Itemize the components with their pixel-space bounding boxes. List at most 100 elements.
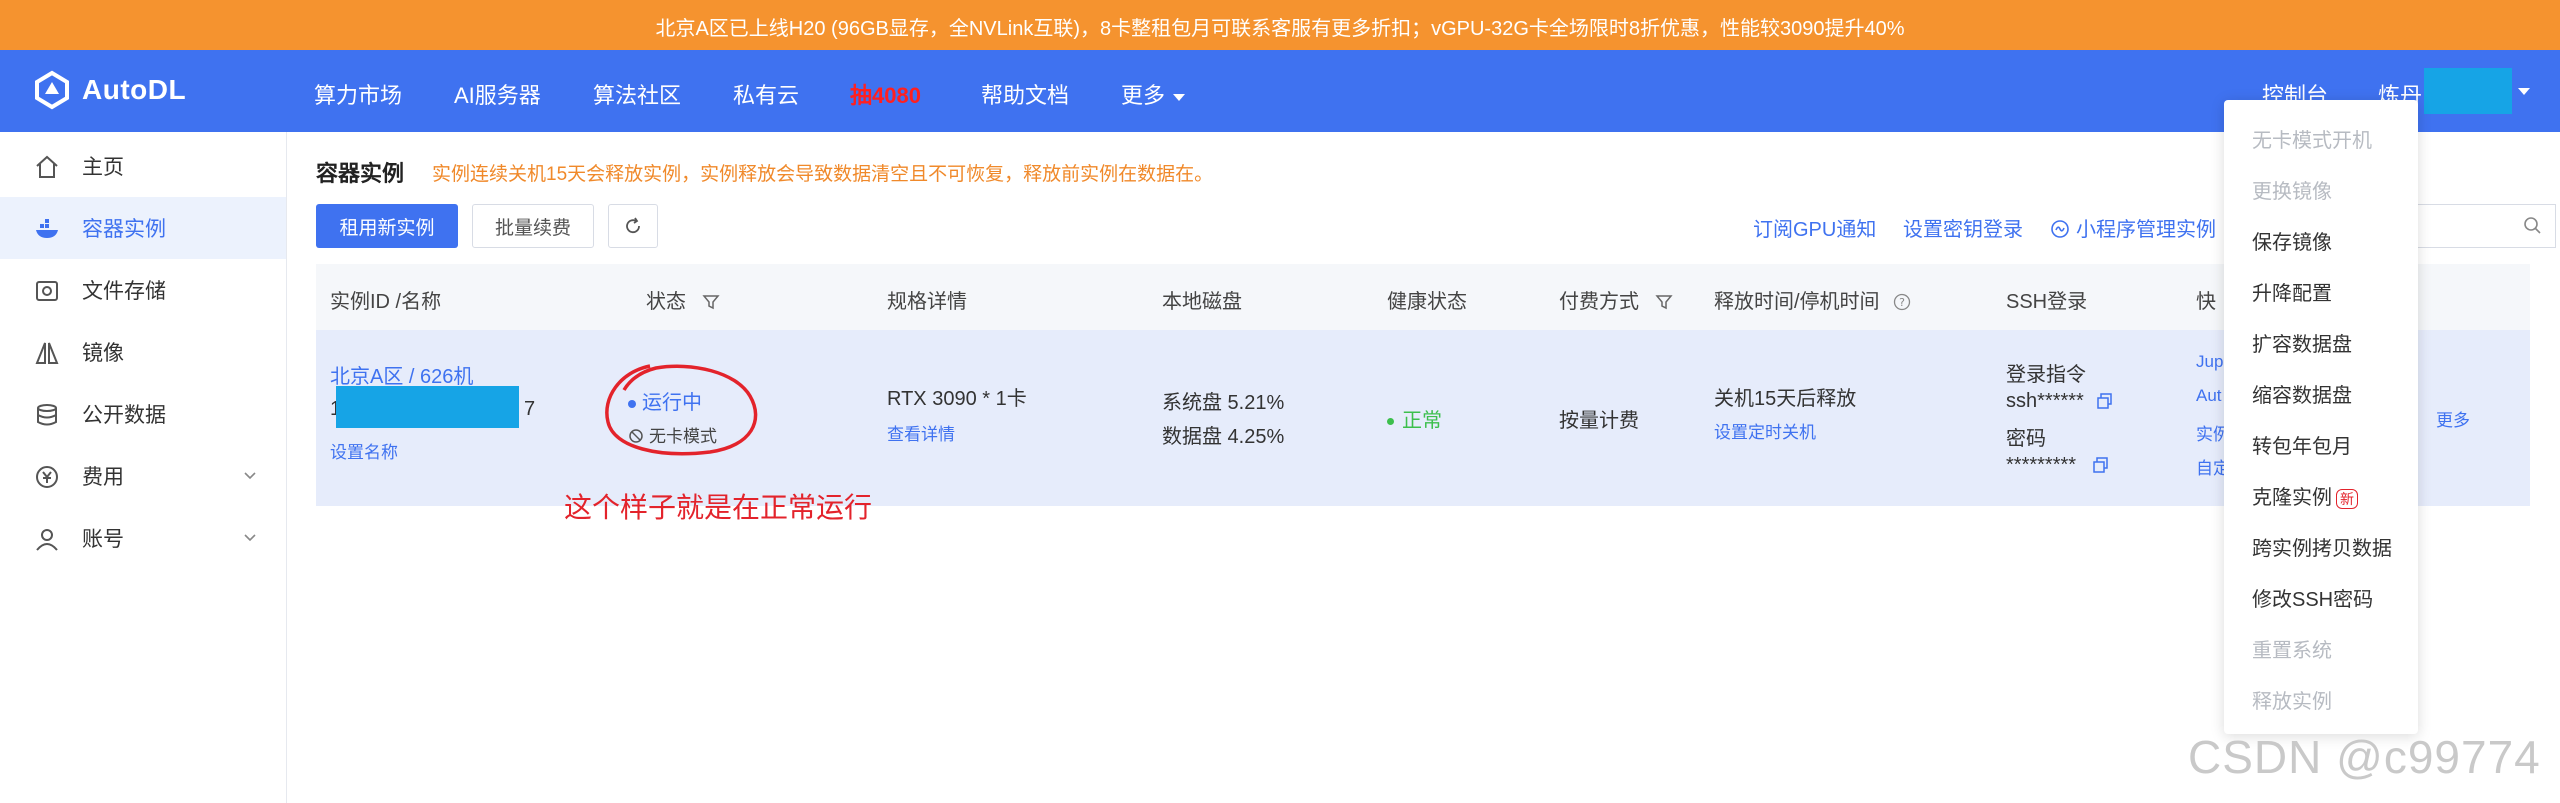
batch-renew-button[interactable]: 批量续费 xyxy=(472,204,594,248)
miniprogram-icon xyxy=(2051,220,2069,238)
filter-icon[interactable] xyxy=(1654,293,1673,311)
subscribe-gpu-notice-link[interactable]: 订阅GPU通知 xyxy=(1753,213,1876,242)
sidebar-item-billing[interactable]: 费用 xyxy=(0,445,286,507)
user-icon xyxy=(36,529,58,551)
spec-details-link[interactable]: 查看详情 xyxy=(887,420,955,445)
refresh-button[interactable] xyxy=(608,204,658,248)
spec-gpu: RTX 3090 * 1卡 xyxy=(887,388,1027,410)
sidebar-item-home[interactable]: 主页 xyxy=(0,135,286,197)
sidebar-item-label: 公开数据 xyxy=(82,404,166,427)
search-input[interactable] xyxy=(2406,204,2556,248)
ssh-cmd-label: 登录指令 xyxy=(2006,364,2086,386)
th-spec: 规格详情 xyxy=(887,291,967,313)
menu-item-change-ssh-pwd[interactable]: 修改SSH密码 xyxy=(2252,583,2373,612)
ssh-cmd: ssh****** xyxy=(2006,390,2084,412)
image-icon xyxy=(35,342,59,364)
sidebar-item-account[interactable]: 账号 xyxy=(0,507,286,569)
refresh-icon xyxy=(626,217,640,234)
ban-icon xyxy=(629,429,643,443)
instance-name-link[interactable]: 北京A区 / 626机 xyxy=(330,360,473,389)
menu-item-change-config[interactable]: 升降配置 xyxy=(2252,277,2332,306)
menu-item-to-monthly[interactable]: 转包年包月 xyxy=(2252,430,2352,459)
system-disk-usage: 系统盘 5.21% xyxy=(1162,392,1285,414)
set-key-login-link[interactable]: 设置密钥登录 xyxy=(1903,213,2023,242)
nav-algorithm-community[interactable]: 算法社区 xyxy=(593,78,681,110)
th-release-label: 释放时间/停机时间 xyxy=(1714,291,1880,313)
health-text: 正常 xyxy=(1402,410,1442,432)
brand-name: AutoDL xyxy=(82,74,187,105)
nav-ai-server[interactable]: AI服务器 xyxy=(454,78,541,110)
nav-compute-market[interactable]: 算力市场 xyxy=(314,78,402,110)
miniprogram-manage-link[interactable]: 小程序管理实例 xyxy=(2050,213,2216,242)
main-content: 容器实例 实例连续关机15天会释放实例，实例释放会导致数据清空且不可恢复，释放前… xyxy=(286,132,2560,803)
brand-logo[interactable]: AutoDL xyxy=(32,70,186,110)
storage-icon xyxy=(36,281,58,301)
sidebar-item-label: 账号 xyxy=(82,528,124,551)
th-instance-id: 实例ID /名称 xyxy=(330,291,442,313)
status-text: 运行中 xyxy=(642,392,702,414)
sidebar-item-containers[interactable]: 容器实例 xyxy=(0,197,286,259)
nav-lottery-4080[interactable]: 抽4080 xyxy=(850,78,921,110)
home-icon xyxy=(36,155,58,178)
sidebar: 主页 容器实例 文件存储 镜像 公开数据 费用 账号 xyxy=(0,132,287,803)
menu-item-shrink-disk[interactable]: 缩容数据盘 xyxy=(2252,379,2352,408)
release-warning: 实例连续关机15天会释放实例，实例释放会导致数据清空且不可恢复，释放前实例在数据… xyxy=(432,164,1214,185)
nav-more-label: 更多 xyxy=(1121,83,1166,108)
th-quick: 快 xyxy=(2196,291,2216,313)
release-policy: 关机15天后释放 xyxy=(1714,388,1857,410)
menu-item-expand-disk[interactable]: 扩容数据盘 xyxy=(2252,328,2352,357)
menu-item-reset-system[interactable]: 重置系统 xyxy=(2252,634,2332,663)
chevron-down-icon xyxy=(1173,93,1186,101)
data-disk-usage: 数据盘 4.25% xyxy=(1162,426,1285,448)
sidebar-item-public-data[interactable]: 公开数据 xyxy=(0,383,286,445)
th-status-label: 状态 xyxy=(646,291,686,313)
table-header: 实例ID /名称 状态 规格详情 本地磁盘 健康状态 付费方式 释放时间/停机时… xyxy=(316,264,2530,331)
sidebar-item-label: 费用 xyxy=(82,466,124,489)
promo-banner[interactable]: 北京A区已上线H20 (96GB显存，全NVLink互联)，8卡整租包月可联系客… xyxy=(0,0,2560,52)
menu-item-clone-instance[interactable]: 克隆实例新 xyxy=(2252,481,2358,510)
redaction-mask xyxy=(2424,68,2512,114)
th-local-disk: 本地磁盘 xyxy=(1162,291,1242,313)
nav-more[interactable]: 更多 xyxy=(1121,78,1186,110)
copy-icon[interactable] xyxy=(2092,456,2110,474)
no-gpu-mode-tag: 无卡模式 xyxy=(628,422,717,447)
more-actions-menu: 无卡模式开机 更换镜像 保存镜像 升降配置 扩容数据盘 缩容数据盘 转包年包月 … xyxy=(2224,100,2418,734)
promo-text: 北京A区已上线H20 (96GB显存，全NVLink互联)，8卡整租包月可联系客… xyxy=(655,17,1905,40)
menu-item-no-gpu-start[interactable]: 无卡模式开机 xyxy=(2252,124,2372,153)
nav-help-docs[interactable]: 帮助文档 xyxy=(981,78,1069,110)
quick-jupyter-link[interactable]: Jup xyxy=(2196,352,2223,372)
sidebar-item-label: 文件存储 xyxy=(82,280,166,303)
miniprogram-manage-label: 小程序管理实例 xyxy=(2076,219,2216,241)
sidebar-item-images[interactable]: 镜像 xyxy=(0,321,286,383)
search-icon xyxy=(2524,217,2541,234)
th-ssh: SSH登录 xyxy=(2006,291,2088,313)
th-billing-label: 付费方式 xyxy=(1559,291,1639,313)
help-icon[interactable]: ? xyxy=(1893,293,1911,311)
th-status[interactable]: 状态 xyxy=(646,285,720,314)
container-icon xyxy=(36,219,58,238)
quick-autopanel-link[interactable]: Aut xyxy=(2196,386,2222,406)
sidebar-item-storage[interactable]: 文件存储 xyxy=(0,259,286,321)
instance-id-suffix: 7 xyxy=(524,398,536,420)
status-dot xyxy=(628,399,636,408)
menu-item-save-image[interactable]: 保存镜像 xyxy=(2252,226,2332,255)
top-navbar: AutoDL 算力市场 AI服务器 算法社区 私有云 抽4080 帮助文档 更多… xyxy=(0,50,2560,132)
chevron-down-icon xyxy=(244,472,256,480)
th-billing[interactable]: 付费方式 xyxy=(1559,285,1673,314)
filter-icon[interactable] xyxy=(701,293,720,311)
set-name-link[interactable]: 设置名称 xyxy=(330,438,398,463)
health-status: 正常 xyxy=(1387,404,1442,433)
menu-item-cross-copy[interactable]: 跨实例拷贝数据 xyxy=(2252,532,2392,561)
chevron-down-icon xyxy=(244,534,256,542)
rent-new-instance-button[interactable]: 租用新实例 xyxy=(316,204,458,248)
more-actions-link[interactable]: 更多 xyxy=(2436,406,2470,431)
th-health: 健康状态 xyxy=(1387,291,1467,313)
copy-icon[interactable] xyxy=(2096,392,2114,410)
nav-private-cloud[interactable]: 私有云 xyxy=(733,78,799,110)
user-chevron-down-icon[interactable] xyxy=(2518,88,2530,95)
page-title: 容器实例 xyxy=(316,161,405,186)
ssh-pwd-label: 密码 xyxy=(2006,428,2046,450)
menu-item-change-image[interactable]: 更换镜像 xyxy=(2252,175,2332,204)
menu-item-release-instance[interactable]: 释放实例 xyxy=(2252,685,2332,714)
set-timed-shutdown-link[interactable]: 设置定时关机 xyxy=(1714,418,1816,443)
